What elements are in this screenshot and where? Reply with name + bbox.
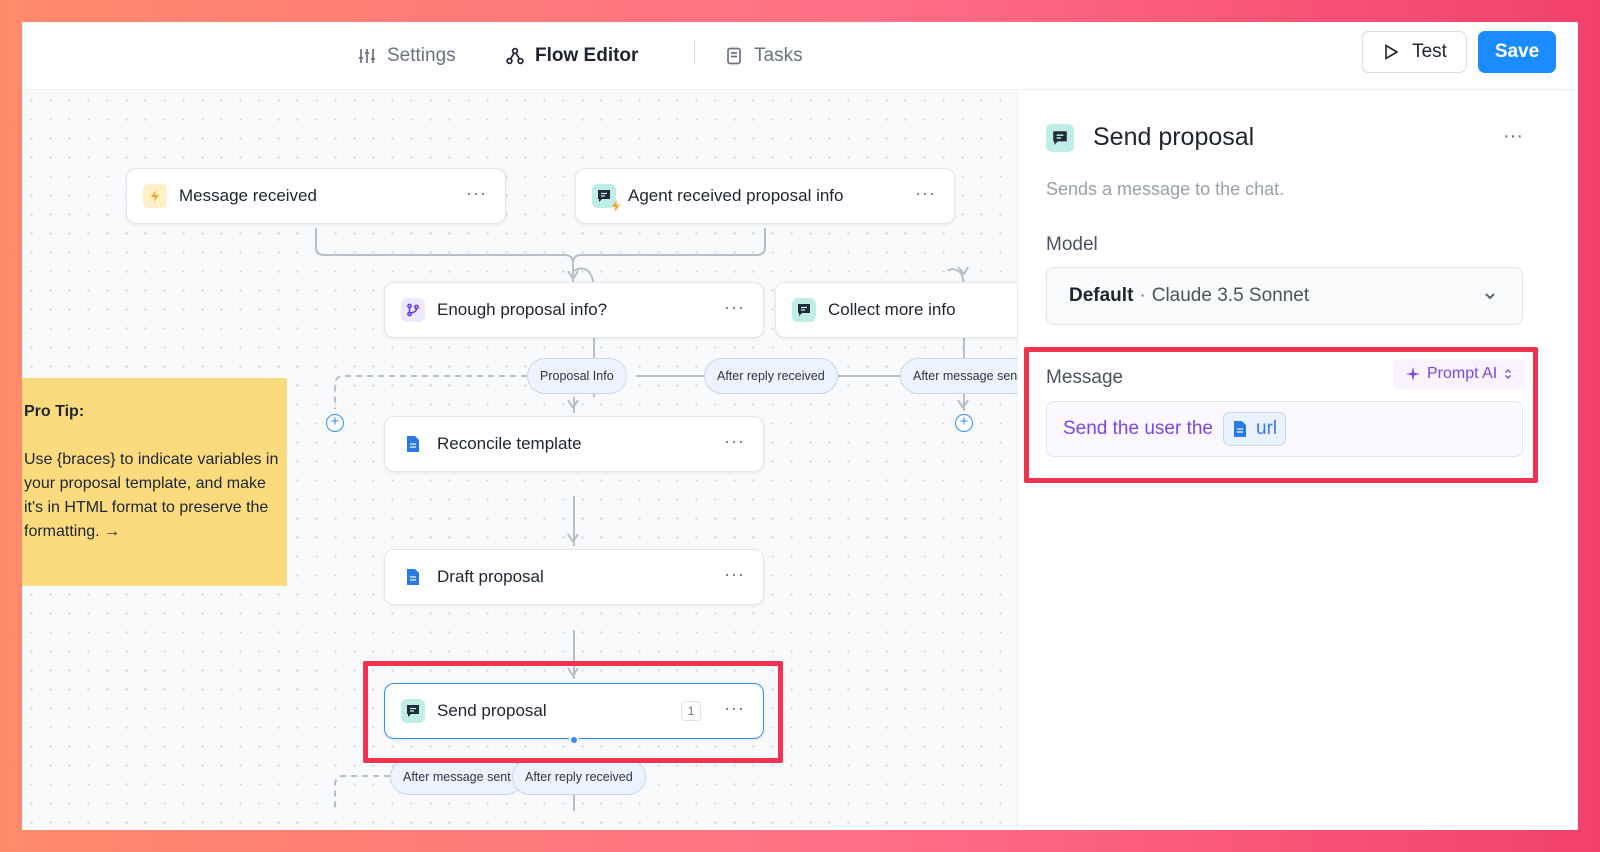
chevron-updown-icon [1505, 369, 1512, 379]
tab-divider [694, 40, 695, 64]
add-node-icon[interactable]: + [955, 414, 973, 432]
node-draft-proposal[interactable]: Draft proposal ··· [384, 549, 764, 605]
message-label: Message [1046, 367, 1124, 388]
edge-label-after-message[interactable]: After message sen [900, 358, 1017, 394]
node-reconcile-template[interactable]: Reconcile template ··· [384, 416, 764, 472]
tab-settings-label: Settings [387, 45, 456, 66]
model-value: Default [1069, 285, 1134, 306]
play-icon [1385, 44, 1399, 60]
node-label: Send proposal [437, 701, 547, 720]
sparkle-icon [1406, 367, 1420, 381]
chat-icon [1046, 124, 1074, 152]
more-options-icon[interactable]: ··· [724, 431, 745, 452]
prompt-ai-button[interactable]: Prompt AI [1393, 359, 1526, 389]
prompt-ai-label: Prompt AI [1427, 365, 1498, 382]
tab-tasks[interactable]: Tasks [724, 42, 803, 70]
tip-body: Use {braces} to indicate variables in yo… [24, 451, 279, 540]
more-options-icon[interactable]: ··· [724, 297, 745, 318]
tab-tasks-label: Tasks [754, 45, 803, 66]
chat-icon [401, 699, 425, 723]
tab-flow-editor-label: Flow Editor [535, 45, 639, 66]
node-agent-received[interactable]: Agent received proposal info ··· [575, 168, 955, 224]
node-send-proposal[interactable]: Send proposal 1 ··· [384, 683, 764, 739]
model-name: Claude 3.5 Sonnet [1151, 285, 1310, 306]
edge-label-proposal-info[interactable]: Proposal Info [527, 358, 627, 394]
node-message-received[interactable]: Message received ··· [126, 168, 506, 224]
more-options-icon[interactable]: ··· [724, 564, 745, 585]
notebook-icon [727, 47, 741, 65]
save-button[interactable]: Save [1478, 31, 1556, 73]
document-icon [401, 565, 425, 589]
edge-label-after-message-sent[interactable]: After message sent [390, 759, 524, 795]
node-label: Reconcile template [437, 434, 582, 453]
lightning-icon [143, 184, 167, 208]
edge-label-after-reply[interactable]: After reply received [704, 358, 838, 394]
more-options-icon[interactable]: ··· [466, 183, 487, 204]
tab-flow-editor[interactable]: Flow Editor [505, 42, 638, 70]
node-details-panel: Send proposal ··· Sends a message to the… [1017, 91, 1578, 830]
tip-title: Pro Tip: [24, 403, 85, 420]
document-icon [401, 432, 425, 456]
node-label: Message received [179, 186, 317, 205]
variable-chip[interactable]: url [1223, 412, 1287, 446]
edge-label-after-reply-received[interactable]: After reply received [512, 759, 646, 795]
flow-canvas[interactable]: Message received ··· Agent received prop… [22, 91, 1017, 830]
app-window: Settings Flow Editor Tasks Test Save Mes… [22, 22, 1578, 830]
connection-handle[interactable] [569, 735, 579, 745]
tab-settings[interactable]: Settings [357, 42, 456, 70]
variable-chip-label: url [1256, 418, 1278, 439]
chat-bolt-icon [592, 184, 620, 212]
pro-tip-note: Pro Tip: Use {braces} to indicate variab… [22, 378, 287, 586]
branch-icon [401, 298, 425, 322]
message-text: Send the user the [1063, 418, 1213, 439]
more-options-icon[interactable]: ··· [724, 698, 745, 719]
model-separator: · [1139, 285, 1146, 306]
test-button[interactable]: Test [1362, 31, 1467, 73]
node-label: Draft proposal [437, 567, 544, 586]
model-select[interactable]: Default · Claude 3.5 Sonnet [1046, 267, 1523, 325]
chat-icon [792, 298, 816, 322]
more-options-icon[interactable]: ··· [1503, 125, 1523, 148]
panel-title: Send proposal [1093, 123, 1255, 151]
node-enough-info[interactable]: Enough proposal info? ··· [384, 282, 764, 338]
node-label: Collect more info [828, 300, 956, 319]
node-label: Enough proposal info? [437, 300, 608, 319]
more-options-icon[interactable]: ··· [915, 183, 936, 204]
document-icon [1234, 421, 1246, 437]
sliders-icon [359, 49, 375, 63]
test-button-label: Test [1412, 41, 1447, 62]
model-label: Model [1046, 234, 1098, 255]
top-bar: Settings Flow Editor Tasks Test Save [22, 22, 1578, 90]
chevron-down-icon [1485, 293, 1495, 300]
add-node-icon[interactable]: + [326, 414, 344, 432]
flow-icon [506, 47, 524, 65]
panel-description: Sends a message to the chat. [1046, 179, 1285, 199]
node-collect-more[interactable]: Collect more info [775, 282, 1017, 338]
node-label: Agent received proposal info [628, 186, 844, 205]
count-badge: 1 [681, 701, 701, 721]
message-input[interactable]: Send the user the url [1046, 401, 1523, 457]
